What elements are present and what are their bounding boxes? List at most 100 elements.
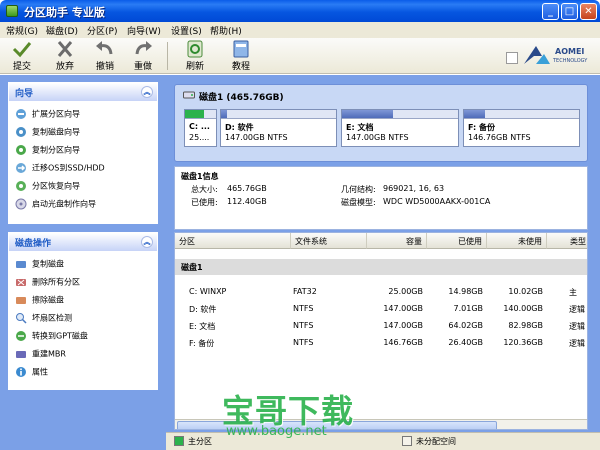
partition-block-d[interactable]: D: 软件 147.00GB NTFS (220, 109, 337, 147)
redo-icon (135, 41, 152, 55)
cell-used: 64.02GB (448, 321, 483, 330)
disk-op-wipe-disk[interactable]: 擦除磁盘 (9, 291, 157, 309)
collapse-icon[interactable]: ︽ (141, 86, 153, 98)
disk-op-label: 重建MBR (32, 349, 66, 359)
disk-info-title: 磁盘1信息 (181, 172, 219, 181)
collapse-icon[interactable]: ︽ (141, 236, 153, 248)
menu-wizard[interactable]: 向导(W) (127, 24, 161, 37)
partition-usage-bar (185, 110, 216, 119)
minimize-button[interactable]: _ (542, 3, 559, 20)
menu-bar: 常规(G) 磁盘(D) 分区(P) 向导(W) 设置(S) 帮助(H) (0, 22, 600, 38)
menu-disk[interactable]: 磁盘(D) (46, 24, 78, 37)
disk-op-convert-gpt[interactable]: 转换到GPT磁盘 (9, 327, 157, 345)
wizard-item-label: 复制磁盘向导 (32, 127, 80, 137)
wizard-item-extend-partition[interactable]: 扩展分区向导 (9, 105, 157, 123)
wizard-item-boot-cd[interactable]: 启动光盘制作向导 (9, 195, 157, 213)
title-bar: 分区助手 专业版 _ □ ✕ (0, 0, 600, 22)
wizard-item-label: 扩展分区向导 (32, 109, 80, 119)
menu-general[interactable]: 常规(G) (6, 24, 38, 37)
extend-icon (16, 109, 26, 119)
disk-op-bad-sector[interactable]: 坏扇区检测 (9, 309, 157, 327)
partition-size: 147.00GB NTFS (346, 133, 409, 142)
disk-operations-header[interactable]: 磁盘操作 ︽ (9, 233, 157, 251)
disk-op-label: 擦除磁盘 (32, 295, 64, 305)
partition-name: F: 备份 (468, 123, 496, 132)
partition-size: 25.... (189, 133, 210, 142)
toolbar-separator (167, 42, 168, 70)
cell-partition: F: 备份 (189, 339, 215, 348)
disk-op-delete-all[interactable]: 删除所有分区 (9, 273, 157, 291)
partition-usage-fill (342, 110, 394, 118)
wipe-icon (16, 297, 26, 304)
aomei-logo-icon (524, 46, 550, 64)
wizard-item-label: 复制分区向导 (32, 145, 80, 155)
wizard-item-migrate-os[interactable]: 迁移OS到SSD/HDD (9, 159, 157, 177)
discard-icon (57, 41, 73, 57)
cell-filesystem: NTFS (293, 321, 314, 330)
tutorial-button[interactable]: 教程 (224, 40, 258, 72)
watermark-url: www.baoge.net (226, 424, 327, 439)
convert-icon (16, 331, 26, 341)
cell-capacity: 146.76GB (383, 338, 423, 347)
total-size-value: 465.76GB (227, 184, 267, 193)
disk-op-copy-disk[interactable]: 复制磁盘 (9, 255, 157, 273)
partition-block-e[interactable]: E: 文档 147.00GB NTFS (341, 109, 459, 147)
app-icon (6, 5, 18, 17)
menu-help[interactable]: 帮助(H) (210, 24, 242, 37)
disk-operations-panel: 磁盘操作 ︽ 复制磁盘 删除所有分区 擦除磁盘 坏扇区检测 转换到GPT磁盘 重… (8, 232, 158, 390)
refresh-button[interactable]: 刷新 (178, 40, 212, 72)
cell-filesystem: NTFS (293, 304, 314, 313)
cell-partition: D: 软件 (189, 305, 217, 314)
disk-map: 磁盘1 (465.76GB) C: ... 25.... D: 软件 147.0… (174, 84, 588, 162)
wizard-item-partition-recovery[interactable]: 分区恢复向导 (9, 177, 157, 195)
cell-unused: 120.36GB (503, 338, 543, 347)
disk-group-row[interactable]: 磁盘1 (175, 259, 587, 275)
wizard-item-copy-partition[interactable]: 复制分区向导 (9, 141, 157, 159)
discard-button[interactable]: 放弃 (48, 40, 82, 72)
column-header-partition[interactable]: 分区 (175, 233, 291, 249)
disk-op-label: 坏扇区检测 (32, 313, 72, 323)
column-header-unused[interactable]: 未使用 (487, 233, 547, 249)
disk-icon (183, 91, 195, 99)
refresh-label: 刷新 (185, 62, 204, 72)
toolbar-checkbox[interactable] (506, 52, 518, 64)
migrate-icon (16, 163, 26, 173)
undo-label: 撤销 (95, 62, 114, 72)
undo-button[interactable]: 撤销 (88, 40, 122, 72)
column-header-filesystem[interactable]: 文件系统 (291, 233, 367, 249)
wizard-panel-header[interactable]: 向导 ︽ (9, 83, 157, 101)
disk-op-label: 删除所有分区 (32, 277, 80, 287)
cell-capacity: 147.00GB (383, 304, 423, 313)
geometry-label: 几何结构: (341, 185, 376, 194)
cell-used: 14.98GB (448, 287, 483, 296)
partition-size: 146.76GB NTFS (468, 133, 531, 142)
cell-used: 7.01GB (453, 304, 484, 313)
cell-partition: E: 文档 (189, 322, 216, 331)
brand-name: AOMEI (555, 47, 585, 56)
cell-capacity: 25.00GB (388, 287, 423, 296)
cell-used: 26.40GB (448, 338, 483, 347)
partition-block-c[interactable]: C: ... 25.... (184, 109, 217, 147)
maximize-button[interactable]: □ (561, 3, 578, 20)
menu-settings[interactable]: 设置(S) (171, 24, 202, 37)
cell-type: 主 (569, 288, 577, 297)
cell-filesystem: NTFS (293, 338, 314, 347)
column-header-capacity[interactable]: 容量 (367, 233, 427, 249)
submit-button[interactable]: 提交 (5, 40, 39, 72)
close-button[interactable]: ✕ (580, 3, 597, 20)
boot-cd-icon (15, 198, 27, 210)
disk-op-properties[interactable]: 属性 (9, 363, 157, 381)
column-header-type[interactable]: 类型 (547, 233, 587, 249)
used-label: 已使用: (191, 198, 218, 207)
menu-partition[interactable]: 分区(P) (87, 24, 117, 37)
disk-op-rebuild-mbr[interactable]: 重建MBR (9, 345, 157, 363)
rebuild-icon (16, 351, 26, 358)
copy-partition-icon (16, 145, 26, 155)
partition-block-f[interactable]: F: 备份 146.76GB NTFS (463, 109, 580, 147)
submit-label: 提交 (12, 62, 31, 72)
primary-partition-legend: 主分区 (188, 437, 212, 446)
cell-type: 逻辑 (569, 322, 585, 331)
redo-button[interactable]: 重做 (126, 40, 160, 72)
column-header-used[interactable]: 已使用 (427, 233, 487, 249)
wizard-item-copy-disk[interactable]: 复制磁盘向导 (9, 123, 157, 141)
